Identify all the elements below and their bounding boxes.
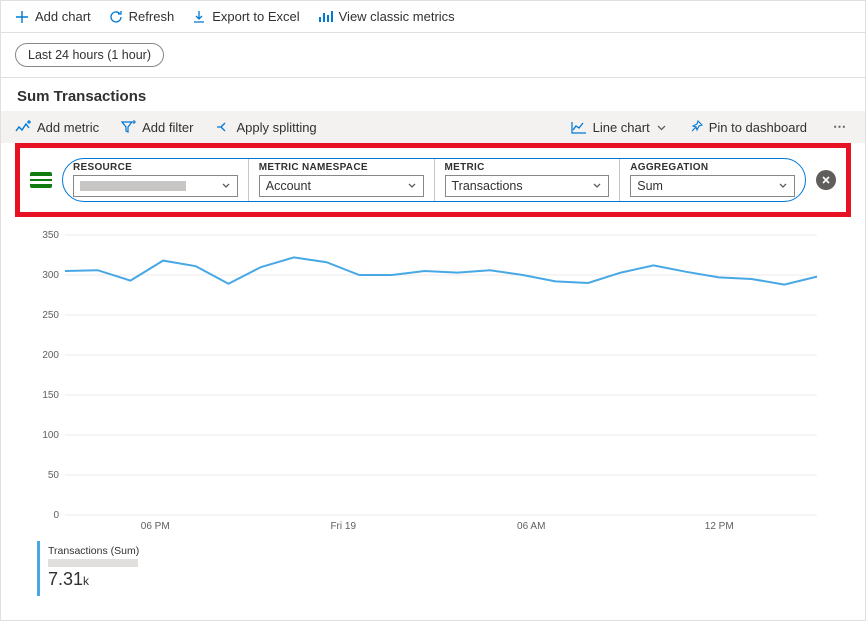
line-chart-icon [571, 121, 587, 134]
time-range-text: Last 24 hours (1 hour) [28, 48, 151, 62]
more-options-button[interactable]: ⋯ [829, 119, 851, 135]
svg-text:350: 350 [42, 230, 59, 241]
filter-icon [121, 120, 136, 134]
chevron-down-icon [592, 181, 602, 191]
add-metric-button[interactable]: Add metric [15, 120, 99, 135]
svg-text:Fri 19: Fri 19 [330, 521, 356, 532]
metric-dropdown[interactable]: Transactions [445, 175, 610, 197]
remove-metric-button[interactable] [816, 170, 836, 190]
metric-label: METRIC [445, 162, 610, 173]
aggregation-dropdown[interactable]: Sum [630, 175, 795, 197]
pin-label: Pin to dashboard [709, 120, 807, 135]
add-metric-label: Add metric [37, 120, 99, 135]
metric-selector-group: RESOURCE x METRIC NAMESPACE Account METR… [62, 158, 806, 202]
refresh-button[interactable]: Refresh [109, 9, 175, 24]
add-filter-label: Add filter [142, 120, 193, 135]
summary-unit: k [83, 574, 89, 588]
add-metric-icon [15, 120, 31, 134]
svg-text:250: 250 [42, 310, 59, 321]
aggregation-label: AGGREGATION [630, 162, 795, 173]
resource-selector: RESOURCE x [63, 159, 249, 201]
time-range-row: Last 24 hours (1 hour) [1, 33, 865, 78]
resource-dropdown[interactable]: x [73, 175, 238, 197]
resource-type-icon [30, 172, 52, 188]
metric-value: Transactions [452, 179, 523, 193]
summary-number: 7.31 [48, 569, 83, 589]
metric-selector: METRIC Transactions [435, 159, 621, 201]
summary-area: Transactions (Sum) 7.31k [1, 539, 865, 596]
svg-text:200: 200 [42, 350, 59, 361]
svg-text:150: 150 [42, 390, 59, 401]
metric-selector-highlight: RESOURCE x METRIC NAMESPACE Account METR… [15, 143, 851, 217]
split-icon [215, 120, 230, 134]
svg-text:300: 300 [42, 270, 59, 281]
aggregation-selector: AGGREGATION Sum [620, 159, 805, 201]
plus-icon [15, 10, 29, 24]
add-chart-label: Add chart [35, 9, 91, 24]
chevron-down-icon [778, 181, 788, 191]
resource-label: RESOURCE [73, 162, 238, 173]
export-label: Export to Excel [212, 9, 299, 24]
svg-text:12 PM: 12 PM [705, 521, 734, 532]
svg-text:06 AM: 06 AM [517, 521, 545, 532]
svg-text:0: 0 [53, 510, 59, 521]
chart-toolbar: Add metric Add filter Apply splitting Li… [1, 111, 865, 143]
chevron-down-icon [656, 122, 667, 133]
chart-title: Sum Transactions [1, 78, 865, 111]
line-chart: 0 50 100 150 200 250 300 350 06 PM Fri 19 06 AM 12 … [37, 229, 827, 539]
classic-label: View classic metrics [339, 9, 455, 24]
pin-icon [689, 120, 703, 134]
refresh-label: Refresh [129, 9, 175, 24]
summary-placeholder [48, 559, 138, 567]
pin-dashboard-button[interactable]: Pin to dashboard [689, 120, 807, 135]
svg-text:50: 50 [48, 470, 60, 481]
add-chart-button[interactable]: Add chart [15, 9, 91, 24]
export-button[interactable]: Export to Excel [192, 9, 299, 24]
time-range-pill[interactable]: Last 24 hours (1 hour) [15, 43, 164, 67]
summary-card: Transactions (Sum) 7.31k [37, 541, 187, 596]
add-filter-button[interactable]: Add filter [121, 120, 193, 135]
svg-text:100: 100 [42, 430, 59, 441]
command-bar: Add chart Refresh Export to Excel View c… [1, 1, 865, 33]
download-icon [192, 10, 206, 24]
chart-type-label: Line chart [593, 120, 650, 135]
refresh-icon [109, 10, 123, 24]
chart-type-dropdown[interactable]: Line chart [571, 120, 667, 135]
bar-chart-icon [318, 10, 333, 24]
chevron-down-icon [407, 181, 417, 191]
close-icon [821, 175, 831, 185]
chart-area: 0 50 100 150 200 250 300 350 06 PM Fri 19 06 AM 12 … [1, 225, 865, 539]
namespace-label: METRIC NAMESPACE [259, 162, 424, 173]
summary-value: 7.31k [48, 569, 179, 590]
apply-splitting-button[interactable]: Apply splitting [215, 120, 316, 135]
namespace-dropdown[interactable]: Account [259, 175, 424, 197]
apply-split-label: Apply splitting [236, 120, 316, 135]
chevron-down-icon [221, 181, 231, 191]
aggregation-value: Sum [637, 179, 663, 193]
namespace-selector: METRIC NAMESPACE Account [249, 159, 435, 201]
classic-metrics-button[interactable]: View classic metrics [318, 9, 455, 24]
svg-text:06 PM: 06 PM [141, 521, 170, 532]
namespace-value: Account [266, 179, 311, 193]
summary-label: Transactions (Sum) [48, 545, 179, 557]
